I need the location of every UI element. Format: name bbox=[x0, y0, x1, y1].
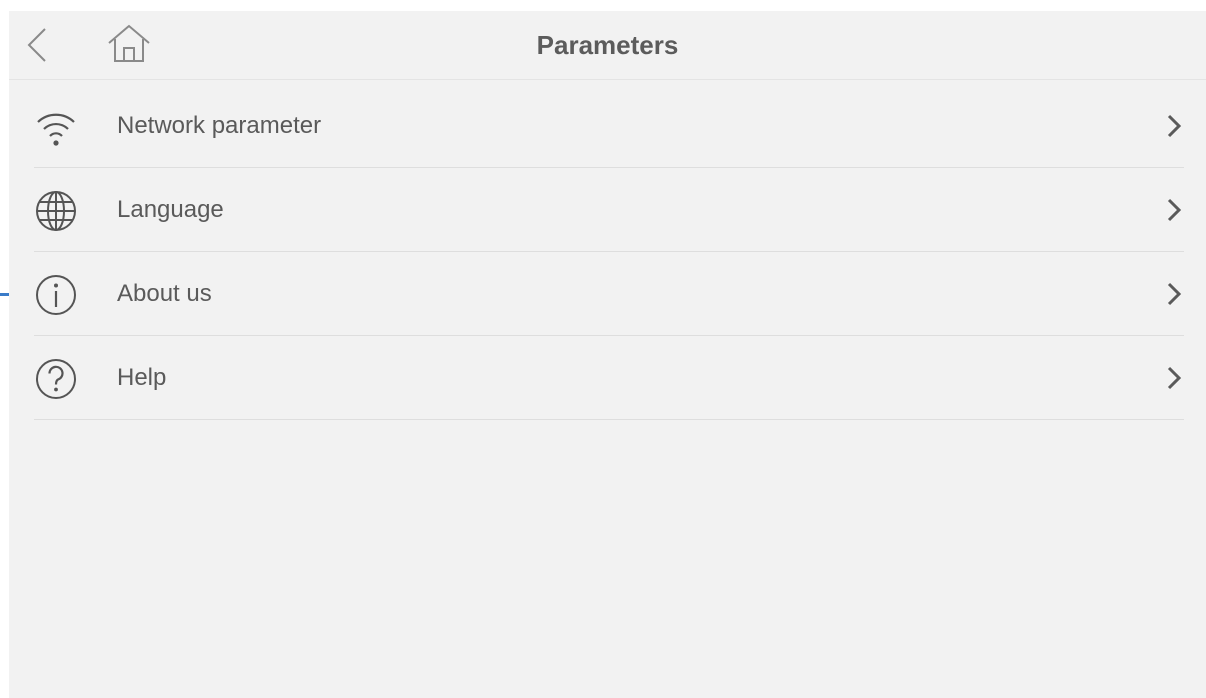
parameters-screen: Parameters Network parameter Language Ab… bbox=[9, 11, 1206, 698]
menu-item-label: About us bbox=[117, 280, 212, 307]
chevron-right-icon bbox=[1167, 114, 1182, 138]
menu-item-label: Language bbox=[117, 196, 224, 223]
menu-item-label: Help bbox=[117, 364, 167, 391]
info-icon bbox=[36, 275, 76, 315]
chevron-right-icon bbox=[1167, 198, 1182, 222]
menu-item-label: Network parameter bbox=[117, 112, 322, 139]
menu-item-language[interactable]: Language bbox=[34, 168, 1184, 252]
chevron-right-icon bbox=[1167, 366, 1182, 390]
menu-item-help[interactable]: Help bbox=[34, 336, 1184, 420]
wifi-icon bbox=[37, 113, 75, 146]
header-divider bbox=[9, 79, 1206, 80]
menu-item-about-us[interactable]: About us bbox=[34, 252, 1184, 336]
menu-item-network-parameter[interactable]: Network parameter bbox=[34, 84, 1184, 168]
top-bar: Parameters bbox=[9, 11, 1206, 80]
settings-menu: Network parameter Language About us Help bbox=[34, 84, 1184, 420]
edge-accent-mark bbox=[0, 293, 9, 296]
chevron-right-icon bbox=[1167, 282, 1182, 306]
page-title: Parameters bbox=[536, 30, 679, 60]
help-icon bbox=[36, 359, 76, 399]
globe-icon bbox=[36, 191, 76, 231]
